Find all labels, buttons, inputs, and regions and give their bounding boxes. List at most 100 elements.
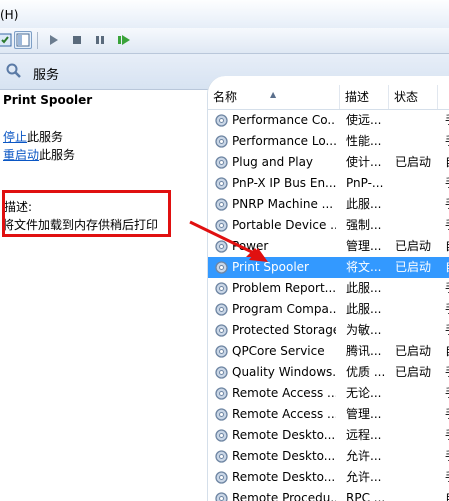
table-row[interactable]: QPCore Service 腾讯... 已启动自 xyxy=(208,341,449,362)
column-header-row: 名称 ▲ 描述 状态 xyxy=(208,85,449,110)
service-startup: 手 xyxy=(445,446,449,467)
table-row[interactable]: Remote Access ... 管理... 手 xyxy=(208,404,449,425)
table-row[interactable]: Plug and Play 使计... 已启动自 xyxy=(208,152,449,173)
column-header-description[interactable]: 描述 xyxy=(340,85,389,109)
service-startup: 手 xyxy=(445,194,449,215)
stop-icon[interactable] xyxy=(68,31,86,49)
service-name: Remote Deskto... xyxy=(232,470,336,484)
service-description: RPC ... xyxy=(346,491,386,501)
menu-bar: (H) xyxy=(0,0,449,29)
restart-action: 重启动此服务 xyxy=(3,146,75,163)
gear-icon xyxy=(214,281,229,296)
service-startup: 自 xyxy=(445,341,449,362)
service-startup: 手 xyxy=(445,278,449,299)
service-status: 已启动 xyxy=(395,365,432,379)
column-header-startup[interactable] xyxy=(438,85,449,109)
gear-icon xyxy=(214,260,229,275)
service-name: QPCore Service xyxy=(232,344,325,358)
service-startup: 自 xyxy=(445,152,449,173)
service-status: 已启动 xyxy=(395,155,432,169)
service-description: 强制... xyxy=(346,218,382,232)
service-name: Portable Device ... xyxy=(232,218,336,232)
table-row[interactable]: Program Compa... 此服... 手 xyxy=(208,299,449,320)
toolbar-separator xyxy=(37,32,38,49)
gear-icon xyxy=(214,155,229,170)
search-icon xyxy=(6,63,22,82)
highlight-box xyxy=(2,190,171,237)
page-title: 服务 xyxy=(33,68,60,83)
service-name: PnP-X IP Bus En... xyxy=(232,176,336,190)
sort-arrow-icon: ▲ xyxy=(270,90,277,99)
service-name: Performance Co... xyxy=(232,113,336,127)
gear-icon xyxy=(214,407,229,422)
gear-icon xyxy=(214,386,229,401)
service-description: 优质 ... xyxy=(346,365,386,379)
service-name: Program Compa... xyxy=(232,302,336,316)
gear-icon xyxy=(214,428,229,443)
service-description: 为敏... xyxy=(346,323,382,337)
service-description: 使计... xyxy=(346,155,382,169)
column-header-name[interactable]: 名称 ▲ xyxy=(208,85,340,109)
service-status: 已启动 xyxy=(395,344,432,358)
restart-link[interactable]: 重启动 xyxy=(3,148,39,162)
service-name: Protected Storage xyxy=(232,323,336,337)
service-startup: 手 xyxy=(445,425,449,446)
table-row[interactable]: Remote Deskto... 远程... 手 xyxy=(208,425,449,446)
table-row[interactable]: Performance Lo... 性能... 手 xyxy=(208,131,449,152)
stop-action: 停止此服务 xyxy=(3,128,63,145)
service-startup: 手 xyxy=(445,467,449,488)
table-row[interactable]: Performance Co... 使远... 手 xyxy=(208,110,449,131)
service-startup: 手 xyxy=(445,362,449,383)
service-name: Power xyxy=(232,239,269,253)
gear-icon xyxy=(214,113,229,128)
service-name: Plug and Play xyxy=(232,155,314,169)
service-startup: 手 xyxy=(445,320,449,341)
table-row[interactable]: Protected Storage 为敏... 手 xyxy=(208,320,449,341)
table-row[interactable]: PnP-X IP Bus En... PnP-... 手 xyxy=(208,173,449,194)
service-startup: 手 xyxy=(445,131,449,152)
table-row[interactable]: Quality Windows... 优质 ... 已启动手 xyxy=(208,362,449,383)
table-row[interactable]: PNRP Machine ... 此服... 手 xyxy=(208,194,449,215)
pause-icon[interactable] xyxy=(91,31,109,49)
table-row[interactable]: Portable Device ... 强制... 手 xyxy=(208,215,449,236)
table-row[interactable]: Problem Report... 此服... 手 xyxy=(208,278,449,299)
gear-icon xyxy=(214,344,229,359)
service-description: 性能... xyxy=(346,134,382,148)
service-name: Remote Deskto... xyxy=(232,428,336,442)
service-name: Print Spooler xyxy=(232,260,309,274)
column-header-status[interactable]: 状态 xyxy=(389,85,438,109)
console-tree-icon[interactable] xyxy=(0,31,14,49)
table-row[interactable]: Remote Deskto... 允许... 手 xyxy=(208,446,449,467)
menu-help[interactable]: (H) xyxy=(0,8,18,22)
show-hide-pane-icon[interactable] xyxy=(14,31,32,49)
stop-suffix: 此服务 xyxy=(27,130,64,144)
service-name: Remote Access ... xyxy=(232,407,336,421)
service-startup: 手 xyxy=(445,215,449,236)
gear-icon xyxy=(214,239,229,254)
table-row[interactable]: Remote Access ... 无论... 手 xyxy=(208,383,449,404)
gear-icon xyxy=(214,197,229,212)
service-description: 允许... xyxy=(346,449,382,463)
service-name: Remote Deskto... xyxy=(232,449,336,463)
gear-icon xyxy=(214,470,229,485)
service-name: Problem Report... xyxy=(232,281,336,295)
stop-link[interactable]: 停止 xyxy=(3,130,27,144)
service-name: Quality Windows... xyxy=(232,365,336,379)
restart-icon[interactable] xyxy=(115,31,133,49)
restart-suffix: 此服务 xyxy=(39,148,76,162)
table-row[interactable]: Remote Procedu... RPC ... 自 xyxy=(208,488,449,501)
service-status: 已启动 xyxy=(395,239,432,253)
description-pane: Print Spooler 停止此服务 重启动此服务 描述: 将文件加载到内存供… xyxy=(0,90,205,501)
service-startup: 手 xyxy=(445,173,449,194)
table-row[interactable]: Print Spooler 将文... 已启动自 xyxy=(208,257,449,278)
service-description: 管理... xyxy=(346,407,382,421)
service-description: 远程... xyxy=(346,428,382,442)
table-row[interactable]: Remote Deskto... 允许... 手 xyxy=(208,467,449,488)
service-startup: 手 xyxy=(445,110,449,131)
gear-icon xyxy=(214,449,229,464)
gear-icon xyxy=(214,323,229,338)
service-description: 无论... xyxy=(346,386,382,400)
gear-icon xyxy=(214,365,229,380)
start-icon[interactable] xyxy=(44,31,62,49)
table-row[interactable]: Power 管理... 已启动自 xyxy=(208,236,449,257)
